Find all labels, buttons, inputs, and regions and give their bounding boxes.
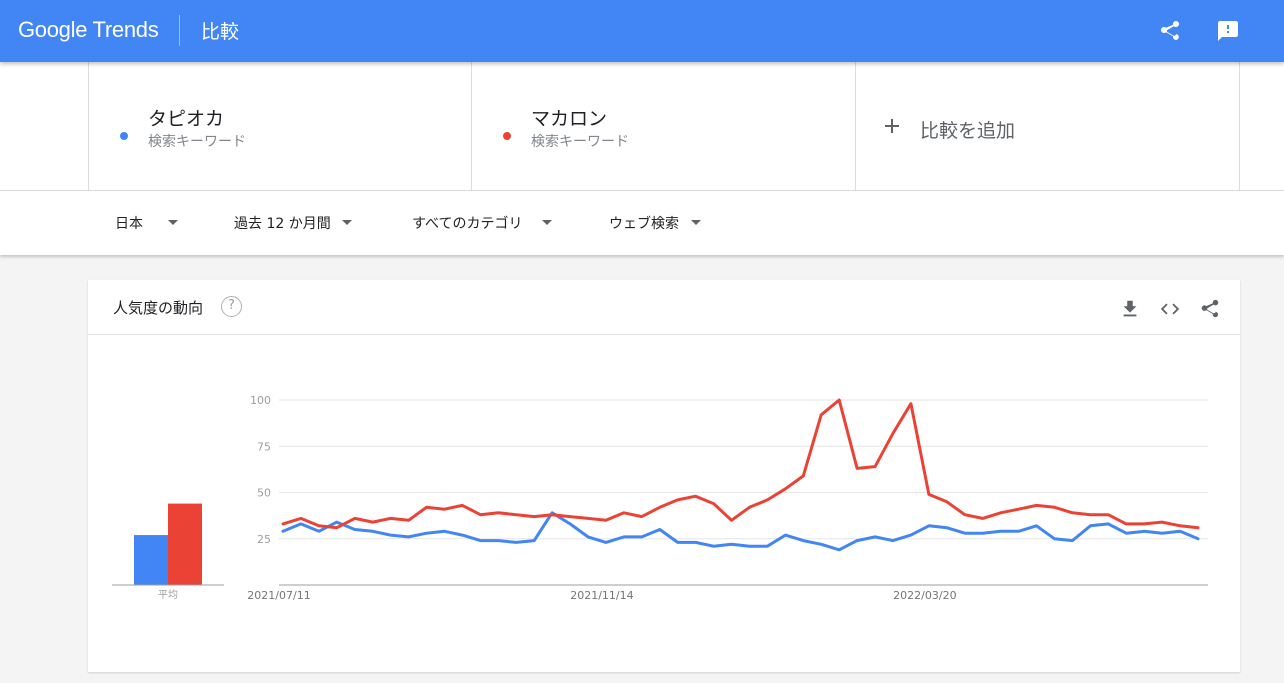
y-tick-label: 50 [257, 487, 271, 500]
term-type-label: 検索キーワード [531, 134, 629, 150]
page-title: 比較 [201, 21, 240, 43]
term-name: タピオカ [148, 108, 225, 130]
google-trends-logo[interactable]: Google Trends [18, 17, 159, 43]
region-filter-label[interactable]: 日本 [115, 213, 143, 233]
x-tick-label: 2022/03/20 [893, 589, 956, 602]
top-app-bar: Google Trends 比較 [0, 0, 1284, 62]
filter-bar: 日本 過去 12 か月間 すべてのカテゴリ ウェブ検索 [0, 191, 1284, 255]
term-card-2[interactable]: マカロン 検索キーワード [471, 62, 856, 190]
add-comparison-button[interactable]: 比較を追加 [855, 62, 1240, 190]
average-bar-2 [168, 503, 202, 585]
share-icon[interactable] [1199, 298, 1221, 320]
y-tick-label: 25 [257, 533, 271, 546]
chevron-down-icon[interactable] [168, 220, 178, 225]
embed-icon[interactable] [1159, 298, 1181, 320]
y-tick-label: 100 [250, 394, 271, 407]
y-tick-label: 75 [257, 440, 271, 453]
term-card-1[interactable]: タピオカ 検索キーワード [88, 62, 472, 190]
term-name: マカロン [531, 108, 608, 130]
help-icon[interactable]: ? [221, 296, 242, 317]
term-color-dot [120, 132, 128, 140]
series-line-2 [281, 398, 1200, 530]
search-type-filter-label[interactable]: ウェブ検索 [609, 213, 679, 233]
term-type-label: 検索キーワード [148, 134, 246, 150]
x-tick-label: 2021/11/14 [570, 589, 633, 602]
chevron-down-icon[interactable] [542, 220, 552, 225]
interest-chart: 100 75 50 25 2021/07/11 2021/11/14 2022/03/20 平… [112, 394, 1208, 602]
plus-icon [884, 112, 900, 140]
average-label: 平均 [158, 589, 178, 601]
add-comparison-label: 比較を追加 [920, 120, 1016, 142]
category-filter-label[interactable]: すべてのカテゴリ [412, 213, 522, 233]
download-icon[interactable] [1119, 298, 1141, 320]
average-bar-1 [134, 535, 168, 585]
time-range-filter-label[interactable]: 過去 12 か月間 [234, 213, 331, 233]
chevron-down-icon[interactable] [342, 220, 352, 225]
term-color-dot [503, 132, 511, 140]
feedback-icon[interactable] [1216, 19, 1240, 43]
search-terms-panel: タピオカ 検索キーワード マカロン 検索キーワード 比較を追加 [0, 62, 1284, 191]
chevron-down-icon[interactable] [691, 220, 701, 225]
interest-over-time-card: 人気度の動向 ? 100 75 50 25 2021/07/11 2021/11/14 20… [88, 280, 1240, 672]
card-header: 人気度の動向 ? [88, 280, 1240, 335]
header-divider [179, 15, 180, 46]
card-title: 人気度の動向 [113, 299, 204, 317]
x-tick-label: 2021/07/11 [247, 589, 310, 602]
series-line-1 [281, 511, 1200, 552]
share-icon[interactable] [1158, 19, 1182, 43]
